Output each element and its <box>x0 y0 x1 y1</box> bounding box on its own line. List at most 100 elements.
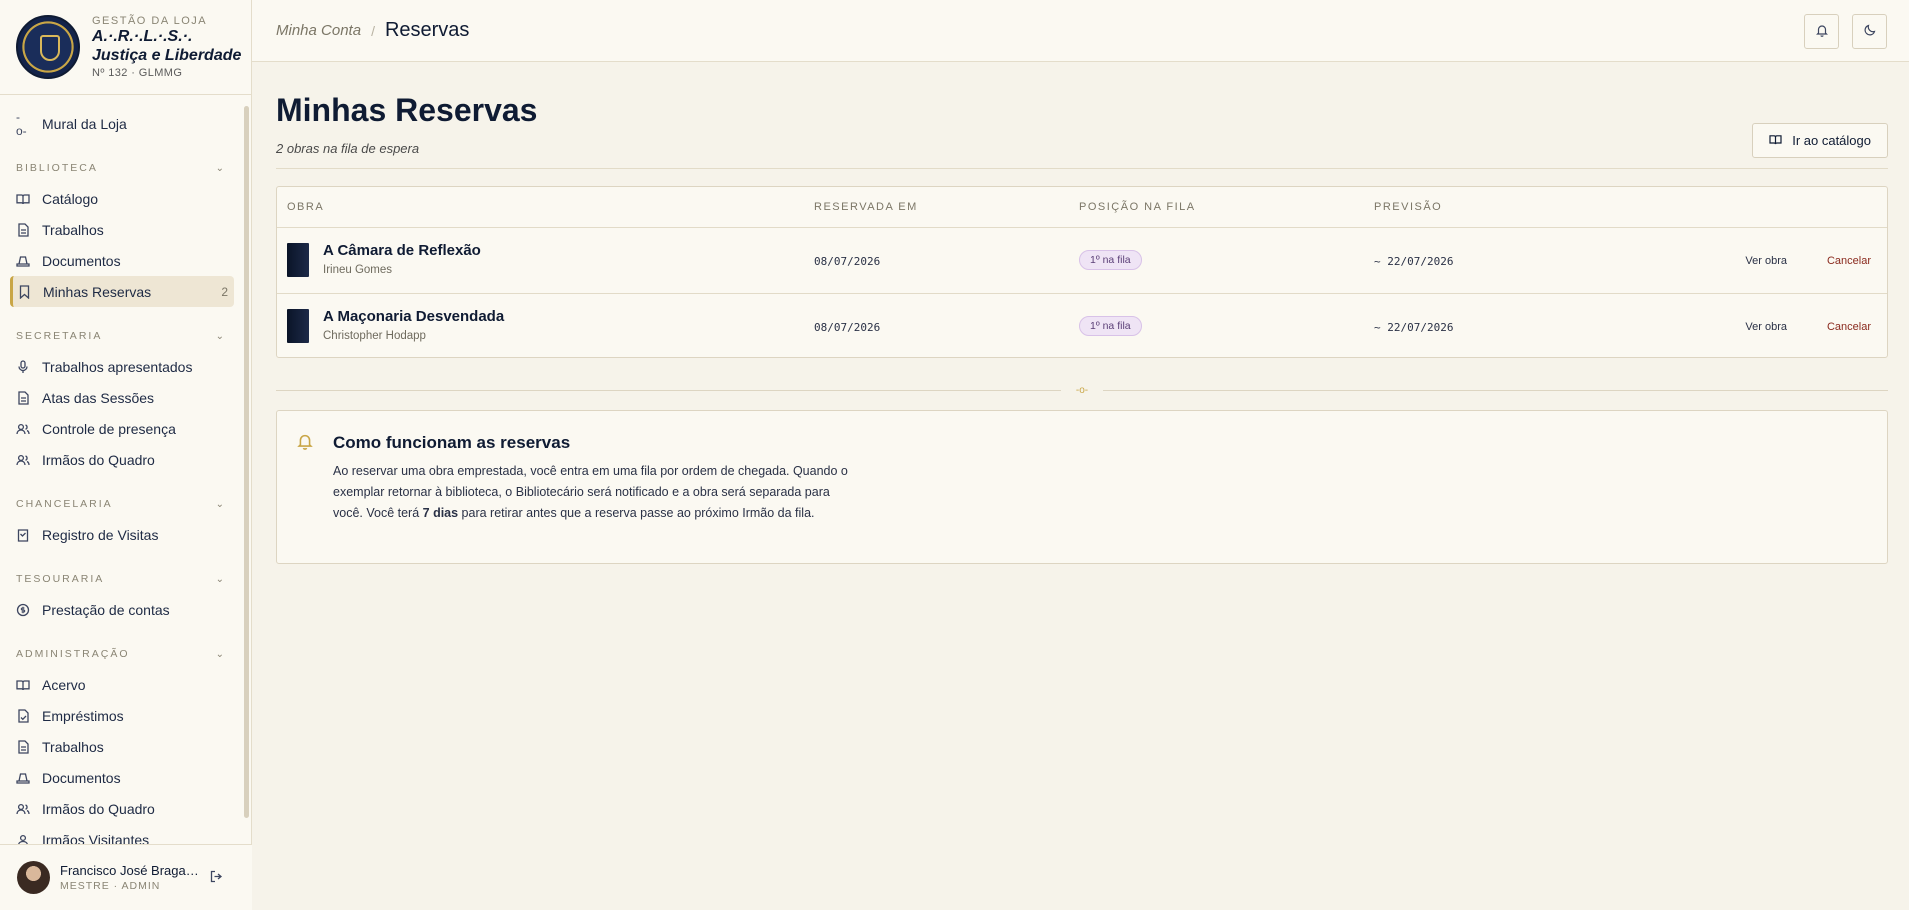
theme-toggle-button[interactable] <box>1852 14 1887 49</box>
cancel-reservation-button[interactable]: Cancelar <box>1827 321 1871 333</box>
forecast-date: ~ 22/07/2026 <box>1374 321 1454 334</box>
view-book-link[interactable]: Ver obra <box>1745 255 1787 267</box>
sidebar-item-acervo[interactable]: Acervo <box>10 669 234 700</box>
reservations-info-card: Como funcionam as reservas Ao reservar u… <box>276 410 1888 564</box>
breadcrumb-current: Reservas <box>384 19 470 41</box>
section-label: SECRETARIA <box>16 330 103 342</box>
mic-icon <box>16 359 30 374</box>
header-divider <box>276 168 1888 169</box>
ornament-divider: -o- <box>276 383 1888 397</box>
sidebar-item-admin-irmaos-quadro[interactable]: Irmãos do Quadro <box>10 793 234 824</box>
breadcrumb-parent[interactable]: Minha Conta <box>276 22 361 39</box>
sidebar-item-mural[interactable]: -o- Mural da Loja <box>10 108 234 139</box>
sidebar-item-label: Prestação de contas <box>42 601 170 618</box>
forecast-date: ~ 22/07/2026 <box>1374 255 1454 268</box>
column-header-obra: OBRA <box>287 201 325 213</box>
reservas-count-badge: 2 <box>221 284 228 299</box>
sidebar-item-emprestimos[interactable]: Empréstimos <box>10 700 234 731</box>
sidebar-item-minhas-reservas[interactable]: Minhas Reservas 2 <box>10 276 234 307</box>
sidebar-item-label: Documentos <box>42 252 121 269</box>
sidebar-item-presenca[interactable]: Controle de presença <box>10 413 234 444</box>
table-row: A Câmara de Reflexão Irineu Gomes 08/07/… <box>277 228 1887 293</box>
brand[interactable]: GESTÃO DA LOJA A.·.R.·.L.·.S.·. Justiça … <box>0 0 251 95</box>
book-cover[interactable] <box>287 309 309 343</box>
sidebar-item-trabalhos[interactable]: Trabalhos <box>10 214 234 245</box>
section-biblioteca[interactable]: BIBLIOTECA ⌄ <box>10 153 234 183</box>
file-check-icon <box>16 708 30 723</box>
sidebar-item-label: Trabalhos apresentados <box>42 358 193 375</box>
go-to-catalog-label: Ir ao catálogo <box>1792 133 1871 148</box>
moon-icon <box>1864 24 1876 39</box>
sidebar-item-prestacao-contas[interactable]: Prestação de contas <box>10 594 234 625</box>
users-icon <box>16 422 30 436</box>
chevron-down-icon: ⌄ <box>215 498 226 510</box>
section-label: CHANCELARIA <box>16 498 113 510</box>
page-subtitle: 2 obras na fila de espera <box>276 141 420 156</box>
book-title[interactable]: A Câmara de Reflexão <box>323 242 481 259</box>
book-author: Christopher Hodapp <box>323 330 426 342</box>
user-profile[interactable]: Francisco José Bragança MESTRE · ADMIN <box>0 844 252 910</box>
coin-icon <box>16 603 30 617</box>
sidebar-item-atas[interactable]: Atas das Sessões <box>10 382 234 413</box>
section-chancelaria[interactable]: CHANCELARIA ⌄ <box>10 489 234 519</box>
queue-position-badge: 1º na fila <box>1079 316 1142 336</box>
sidebar-item-admin-trabalhos[interactable]: Trabalhos <box>10 731 234 762</box>
sidebar-scrollbar[interactable] <box>244 106 249 818</box>
brand-sub: Nº 132 · GLMMG <box>92 67 183 79</box>
section-administracao[interactable]: ADMINISTRAÇÃO ⌄ <box>10 639 234 669</box>
section-tesouraria[interactable]: TESOURARIA ⌄ <box>10 564 234 594</box>
sidebar-item-label: Documentos <box>42 769 121 786</box>
sidebar-item-label: Controle de presença <box>42 420 176 437</box>
info-title: Como funcionam as reservas <box>333 433 571 452</box>
book-open-icon <box>16 192 30 206</box>
users-icon <box>16 453 30 467</box>
view-book-link[interactable]: Ver obra <box>1745 321 1787 333</box>
section-label: TESOURARIA <box>16 573 105 585</box>
column-header-posicao: POSIÇÃO NA FILA <box>1079 201 1196 213</box>
sidebar-item-label: Minhas Reservas <box>43 283 152 300</box>
column-header-previsao: PREVISÃO <box>1374 201 1443 213</box>
breadcrumb-separator: / <box>371 22 375 39</box>
cancel-reservation-button[interactable]: Cancelar <box>1827 255 1871 267</box>
sidebar-item-label: Irmãos do Quadro <box>42 451 155 468</box>
sidebar-item-documentos[interactable]: Documentos <box>10 245 234 276</box>
sidebar-item-trabalhos-apresentados[interactable]: Trabalhos apresentados <box>10 351 234 382</box>
sidebar-item-catalogo[interactable]: Catálogo <box>10 183 234 214</box>
users-icon <box>16 802 30 816</box>
book-open-icon <box>16 678 30 692</box>
sidebar-item-irmaos-visitantes[interactable]: Irmãos Visitantes <box>10 824 234 844</box>
book-title[interactable]: A Maçonaria Desvendada <box>323 308 504 325</box>
brand-name-line1: A.·.R.·.L.·.S.·. <box>92 28 193 45</box>
bell-icon <box>1815 24 1828 40</box>
breadcrumb: Minha Conta / Reservas <box>276 19 469 42</box>
bell-icon <box>297 433 313 455</box>
go-to-catalog-button[interactable]: Ir ao catálogo <box>1752 123 1888 158</box>
brand-name-line2: Justiça e Liberdade <box>92 47 242 64</box>
sidebar-item-label: Catálogo <box>42 190 99 207</box>
avatar[interactable] <box>17 861 50 894</box>
sidebar-item-label: Empréstimos <box>42 707 124 724</box>
page-title: Minhas Reservas <box>276 92 538 128</box>
sidebar-item-label: Acervo <box>42 676 86 693</box>
user-name: Francisco José Bragança <box>60 863 200 878</box>
file-text-icon <box>16 222 30 237</box>
info-body: Ao reservar uma obra emprestada, você en… <box>333 461 853 524</box>
divider-line-left <box>276 390 1061 391</box>
sidebar: GESTÃO DA LOJA A.·.R.·.L.·.S.·. Justiça … <box>0 0 252 910</box>
column-header-reservada-em: RESERVADA EM <box>814 201 918 213</box>
section-secretaria[interactable]: SECRETARIA ⌄ <box>10 321 234 351</box>
info-body-text-end: para retirar antes que a reserva passe a… <box>458 506 815 520</box>
chevron-down-icon: ⌄ <box>215 648 226 660</box>
sidebar-item-admin-documentos[interactable]: Documentos <box>10 762 234 793</box>
queue-position-badge: 1º na fila <box>1079 250 1142 270</box>
logout-icon[interactable] <box>210 870 223 886</box>
sidebar-item-registro-visitas[interactable]: Registro de Visitas <box>10 519 234 550</box>
chevron-down-icon: ⌄ <box>215 162 226 174</box>
clipboard-icon <box>16 528 30 542</box>
info-body-highlight: 7 dias <box>422 506 459 520</box>
sidebar-item-irmaos-quadro[interactable]: Irmãos do Quadro <box>10 444 234 475</box>
section-label: BIBLIOTECA <box>16 162 98 174</box>
notifications-button[interactable] <box>1804 14 1839 49</box>
topbar: Minha Conta / Reservas <box>252 0 1909 62</box>
book-cover[interactable] <box>287 243 309 277</box>
